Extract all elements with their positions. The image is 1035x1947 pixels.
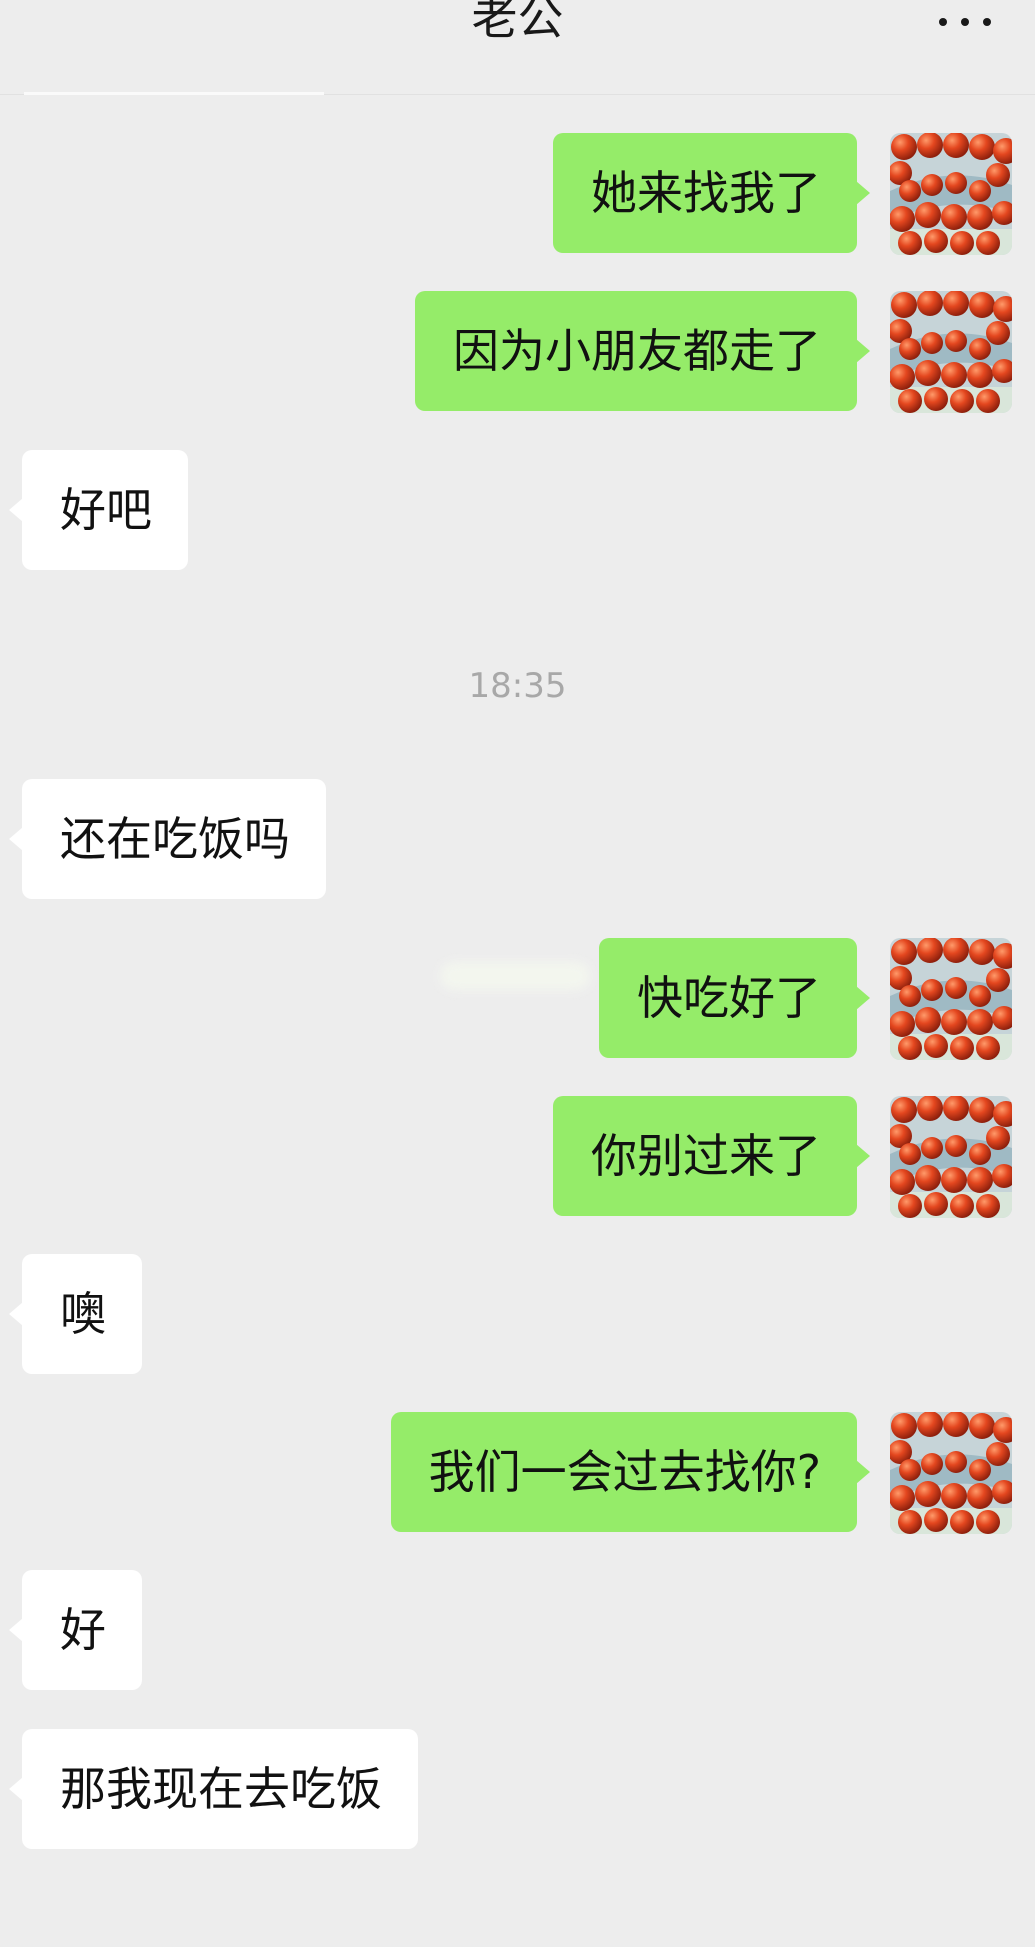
message-bubble-outgoing[interactable]: 你别过来了 [553, 1096, 870, 1216]
bead-bracelet-avatar-icon [890, 291, 1012, 413]
message-bubble-outgoing[interactable]: 因为小朋友都走了 [415, 291, 870, 411]
chat-header: 老公 [0, 0, 1035, 95]
message-bubble-incoming[interactable]: 好 [9, 1570, 142, 1690]
bead-bracelet-avatar-icon [890, 1412, 1012, 1534]
bead-bracelet-avatar-icon [890, 1096, 1012, 1218]
avatar[interactable] [890, 1096, 1012, 1218]
avatar[interactable] [890, 938, 1012, 1060]
header-divider-fragment [24, 92, 324, 95]
avatar[interactable] [890, 133, 1012, 255]
more-dots-icon[interactable] [937, 14, 993, 28]
message-bubble-incoming[interactable]: 那我现在去吃饭 [9, 1729, 418, 1849]
message-bubble-incoming[interactable]: 还在吃饭吗 [9, 779, 326, 899]
bead-bracelet-avatar-icon [890, 133, 1012, 255]
blur-smudge [440, 962, 590, 990]
message-bubble-incoming[interactable]: 噢 [9, 1254, 142, 1374]
message-bubble-outgoing[interactable]: 快吃好了 [599, 938, 870, 1058]
message-bubble-outgoing[interactable]: 她来找我了 [553, 133, 870, 253]
message-bubble-outgoing[interactable]: 我们一会过去找你? [390, 1412, 871, 1532]
avatar[interactable] [890, 291, 1012, 413]
bead-bracelet-avatar-icon [890, 938, 1012, 1060]
chat-title: 老公 [471, 0, 564, 45]
avatar[interactable] [890, 1412, 1012, 1534]
message-bubble-incoming[interactable]: 好吧 [9, 450, 188, 570]
message-timestamp: 18:35 [468, 666, 567, 706]
